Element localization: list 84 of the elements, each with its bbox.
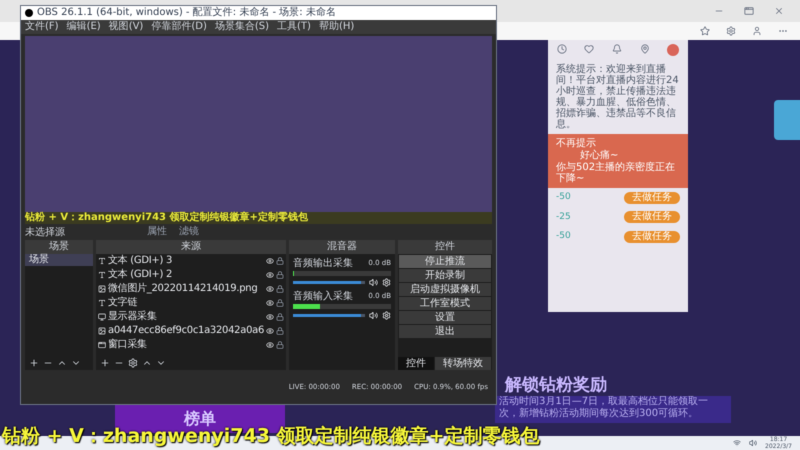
channel-name: 音频输入采集 — [293, 291, 353, 302]
settings-icon[interactable] — [128, 358, 138, 368]
menu-item[interactable]: 文件(F) — [25, 21, 59, 33]
source-type-icon — [98, 271, 106, 279]
speaker-icon[interactable] — [749, 439, 758, 447]
system-message: 系统提示：欢迎来到直播间！平台对直播内容进行24小时巡查，禁止传播违法违规、暴力血腥、低俗色情、招嫖诈骗、违禁品等不良信息。 — [555, 62, 680, 132]
favorite-icon[interactable] — [700, 26, 710, 36]
control-button[interactable]: 停止推流 — [399, 255, 491, 268]
promo-graphic — [774, 100, 800, 140]
add-icon[interactable] — [29, 358, 39, 368]
lock-icon[interactable] — [276, 327, 284, 335]
lock-icon[interactable] — [276, 271, 284, 279]
settings-icon[interactable] — [382, 311, 391, 320]
source-item[interactable]: a0447ecc86ef9c0c1a32042a0a6 — [108, 325, 264, 337]
history-icon[interactable] — [556, 44, 567, 54]
scene-item[interactable]: 场景 — [25, 254, 93, 266]
panel-header: 混音器 — [289, 240, 395, 254]
source-type-icon — [98, 341, 106, 349]
visibility-icon[interactable] — [266, 257, 274, 265]
source-type-icon — [98, 257, 106, 265]
visibility-icon[interactable] — [266, 285, 274, 293]
avatar-icon[interactable] — [667, 44, 680, 56]
speaker-icon[interactable] — [369, 278, 378, 287]
intimacy-change: -50 — [556, 191, 571, 204]
visibility-icon[interactable] — [266, 299, 274, 307]
source-property-button[interactable]: 滤镜 — [179, 226, 199, 238]
maximize-icon[interactable] — [744, 6, 754, 16]
source-type-icon — [98, 299, 106, 307]
source-property-button[interactable]: 属性 — [147, 226, 167, 238]
source-item[interactable]: 文本 (GDI+) 2 — [108, 269, 264, 281]
dock-tab[interactable]: 转场特效 — [435, 357, 491, 370]
lock-icon[interactable] — [276, 313, 284, 321]
speaker-icon[interactable] — [369, 311, 378, 320]
source-type-icon — [98, 285, 106, 293]
lock-icon[interactable] — [276, 341, 284, 349]
source-item[interactable]: 窗口采集 — [108, 339, 264, 351]
menu-item[interactable]: 视图(V) — [108, 21, 144, 33]
intimacy-change: -50 — [556, 230, 571, 243]
profile-icon[interactable] — [752, 26, 762, 36]
visibility-icon[interactable] — [266, 271, 274, 279]
popup-title: 好心痛~ — [579, 150, 620, 161]
control-button[interactable]: 设置 — [399, 311, 491, 324]
app-logo-icon — [25, 9, 33, 17]
pin-icon[interactable] — [640, 44, 650, 54]
menu-item[interactable]: 停靠部件(D) — [151, 21, 207, 33]
dock-tab[interactable]: 控件 — [398, 357, 434, 370]
control-button[interactable]: 开始录制 — [399, 269, 491, 282]
panel-header: 场景 — [25, 240, 93, 254]
source-type-icon — [98, 327, 106, 335]
menu-item[interactable]: 编辑(E) — [66, 21, 101, 33]
menu-item[interactable]: 帮助(H) — [318, 21, 354, 33]
network-icon[interactable] — [733, 439, 742, 447]
add-icon[interactable] — [100, 358, 110, 368]
visibility-icon[interactable] — [266, 327, 274, 335]
panel-header: 控件 — [398, 240, 492, 254]
settings-icon[interactable] — [382, 278, 391, 287]
ranking-heading: 榜单 — [184, 408, 216, 428]
activity-text: 活动时间3月1日—7日，取最高档位只能领取一次，新增钻粉活动期间每次达到300可循环。 — [499, 396, 710, 420]
no-source-label: 未选择源 — [25, 226, 66, 240]
preview-banner-text: 钻粉 + V：zhangwenyi743 领取定制纯银徽章+定制零钱包 — [25, 212, 492, 224]
reward-heading: 解锁钻粉奖励 — [505, 374, 607, 396]
source-item[interactable]: 文字链 — [108, 297, 264, 309]
intimacy-change: -25 — [556, 210, 571, 224]
source-item[interactable]: 微信图片_20220114214019.png — [108, 283, 264, 295]
bell-icon[interactable] — [612, 44, 622, 54]
source-item[interactable]: 文本 (GDI+) 3 — [108, 255, 264, 267]
source-type-icon — [98, 313, 106, 321]
lock-icon[interactable] — [276, 299, 284, 307]
control-button[interactable]: 退出 — [399, 325, 491, 338]
visibility-icon[interactable] — [266, 341, 274, 349]
source-item[interactable]: 显示器采集 — [108, 311, 264, 323]
close-icon[interactable] — [774, 6, 784, 16]
lock-icon[interactable] — [276, 285, 284, 293]
visibility-icon[interactable] — [266, 313, 274, 321]
heart-icon[interactable] — [584, 44, 594, 54]
window-title: OBS 26.1.1 (64-bit, windows) - 配置文件: 未命名 - 场景: 未命名 — [37, 7, 336, 19]
menu-item[interactable]: 工具(T) — [277, 21, 311, 33]
popup-message: 你与502主播的亲密度正在下降~ — [556, 162, 676, 184]
control-button[interactable]: 工作室模式 — [399, 297, 491, 310]
menu-item[interactable]: 场景集合(S) — [214, 21, 270, 33]
panel-header: 来源 — [96, 240, 286, 254]
lock-icon[interactable] — [276, 257, 284, 265]
channel-name: 音频输出采集 — [293, 258, 353, 269]
control-button[interactable]: 启动虚拟摄像机 — [399, 283, 491, 296]
